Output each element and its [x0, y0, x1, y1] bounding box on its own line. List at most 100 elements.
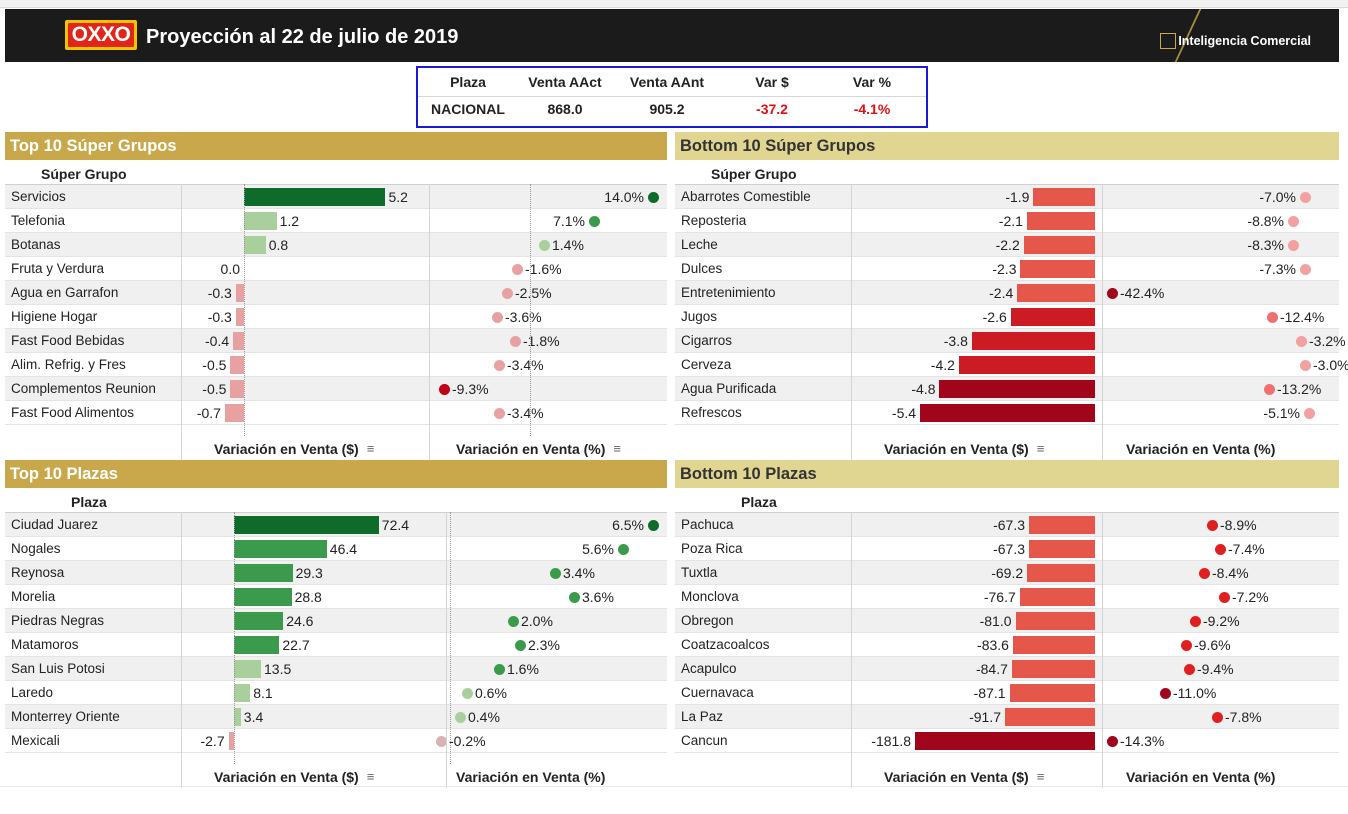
abs-variation-label: -84.7 [975, 661, 1008, 677]
footer-pct-variation[interactable]: Variación en Venta (%) [1126, 765, 1275, 788]
abs-variation-bar [1026, 212, 1095, 230]
table-row[interactable]: Reynosa 29.3 3.4% [5, 561, 667, 585]
footer-abs-variation[interactable]: Variación en Venta ($) ≡ [214, 765, 374, 788]
table-row[interactable]: Botanas 0.8 1.4% [5, 233, 667, 257]
row-name: Monterrey Oriente [11, 709, 120, 724]
table-row[interactable]: Ciudad Juarez 72.4 6.5% [5, 513, 667, 537]
table-row[interactable]: Complementos Reunion -0.5 -9.3% [5, 377, 667, 401]
table-row[interactable]: Fast Food Bebidas -0.4 -1.8% [5, 329, 667, 353]
table-row[interactable]: Higiene Hogar -0.3 -3.6% [5, 305, 667, 329]
abs-variation-label: -81.0 [979, 613, 1012, 629]
table-row[interactable]: Poza Rica -67.3 -7.4% [675, 537, 1339, 561]
abs-variation-bar [971, 332, 1095, 350]
table-row[interactable]: Alim. Refrig. y Fres -0.5 -3.4% [5, 353, 667, 377]
table-row[interactable]: Matamoros 22.7 2.3% [5, 633, 667, 657]
table-row[interactable]: Monclova -76.7 -7.2% [675, 585, 1339, 609]
abs-variation-label: 1.2 [279, 213, 300, 229]
pct-variation-label: 1.6% [507, 661, 539, 677]
table-row[interactable]: Jugos -2.6 -12.4% [675, 305, 1339, 329]
table-row[interactable]: San Luis Potosi 13.5 1.6% [5, 657, 667, 681]
table-row[interactable]: Entretenimiento -2.4 -42.4% [675, 281, 1339, 305]
table-row[interactable]: Tuxtla -69.2 -8.4% [675, 561, 1339, 585]
pct-zero-line [530, 184, 531, 436]
sort-desc-icon[interactable]: ≡ [613, 441, 621, 456]
table-row[interactable]: Fruta y Verdura 0.0 -1.6% [5, 257, 667, 281]
table-row[interactable]: Obregon -81.0 -9.2% [675, 609, 1339, 633]
abs-variation-bar [244, 236, 266, 254]
table-row[interactable]: Coatzacoalcos -83.6 -9.6% [675, 633, 1339, 657]
table-row[interactable]: Acapulco -84.7 -9.4% [675, 657, 1339, 681]
table-row[interactable]: Morelia 28.8 3.6% [5, 585, 667, 609]
abs-variation-bar [235, 308, 244, 326]
footer-pct-variation[interactable]: Variación en Venta (%) ≡ [456, 437, 621, 460]
kpi-header-venta-aant: Venta AAnt [629, 74, 705, 90]
table-row[interactable]: Nogales 46.4 5.6% [5, 537, 667, 561]
pct-variation-dot [1107, 288, 1118, 299]
abs-variation-bar [1015, 612, 1095, 630]
sort-icon[interactable]: ≡ [1037, 441, 1045, 456]
abs-variation-label: 28.8 [294, 589, 322, 605]
abs-variation-label: -0.5 [202, 381, 227, 397]
pct-variation-label: -3.4% [507, 405, 544, 421]
abs-variation-label: 0.8 [268, 237, 289, 253]
table-row[interactable]: Cancun -181.8 -14.3% [675, 729, 1339, 753]
table-row[interactable]: La Paz -91.7 -7.8% [675, 705, 1339, 729]
row-name: Dulces [681, 261, 723, 276]
pct-variation-dot [648, 520, 659, 531]
kpi-header-row: Plaza Venta AAct Venta AAnt Var $ Var % [418, 74, 926, 94]
table-row[interactable]: Mexicali -2.7 -0.2% [5, 729, 667, 753]
row-name: Cancun [681, 733, 728, 748]
table-row[interactable]: Laredo 8.1 0.6% [5, 681, 667, 705]
table-row[interactable]: Abarrotes Comestible -1.9 -7.0% [675, 185, 1339, 209]
kpi-header-var-pct: Var % [852, 74, 892, 90]
row-name: Agua en Garrafon [11, 285, 119, 300]
footer-abs-variation[interactable]: Variación en Venta ($) ≡ [884, 765, 1044, 788]
footer-pct-variation[interactable]: Variación en Venta (%) [1126, 437, 1275, 460]
pct-variation-dot [589, 216, 600, 227]
abs-variation-label: -4.8 [911, 381, 936, 397]
abs-variation-label: 3.4 [243, 709, 264, 725]
pct-variation-label: -9.3% [452, 381, 489, 397]
footer-abs-variation[interactable]: Variación en Venta ($) ≡ [214, 437, 374, 460]
sort-icon[interactable]: ≡ [367, 769, 375, 784]
sort-icon[interactable]: ≡ [367, 441, 375, 456]
footer-pct-variation[interactable]: Variación en Venta (%) [456, 765, 605, 788]
table-row[interactable]: Piedras Negras 24.6 2.0% [5, 609, 667, 633]
table-row[interactable]: Leche -2.2 -8.3% [675, 233, 1339, 257]
sort-icon[interactable]: ≡ [1037, 769, 1045, 784]
table-row[interactable]: Telefonia 1.2 7.1% [5, 209, 667, 233]
abs-variation-label: -2.1 [998, 213, 1023, 229]
table-row[interactable]: Cigarros -3.8 -3.2% [675, 329, 1346, 353]
table-row[interactable]: Dulces -2.3 -7.3% [675, 257, 1339, 281]
table-row[interactable]: Agua en Garrafon -0.3 -2.5% [5, 281, 667, 305]
abs-variation-bar [1033, 188, 1095, 206]
abs-variation-label: -83.6 [977, 637, 1009, 653]
footer-abs-variation[interactable]: Variación en Venta ($) ≡ [884, 437, 1044, 460]
table-row[interactable]: Servicios 5.2 14.0% [5, 185, 667, 209]
oxxo-logo-text: OXXO [68, 23, 134, 47]
table-row[interactable]: Cerveza -4.2 -3.0% [675, 353, 1348, 377]
abs-variation-label: -76.7 [983, 589, 1016, 605]
pct-variation-dot [1190, 616, 1201, 627]
pct-variation-dot [1304, 408, 1315, 419]
abs-variation-label: -2.6 [982, 309, 1007, 325]
oxxo-logo: OXXO [65, 20, 137, 50]
row-name: Coatzacoalcos [681, 637, 770, 652]
panel-title: Bottom 10 Súper Grupos [675, 132, 1339, 160]
table-row[interactable]: Monterrey Oriente 3.4 0.4% [5, 705, 667, 729]
abs-variation-bar [1027, 564, 1095, 582]
table-row[interactable]: Agua Purificada -4.8 -13.2% [675, 377, 1339, 401]
pct-variation-dot [618, 544, 629, 555]
table-row[interactable]: Reposteria -2.1 -8.8% [675, 209, 1339, 233]
abs-variation-label: -1.9 [1005, 189, 1030, 205]
abs-variation-bar [1009, 684, 1095, 702]
kpi-venta-aact-value: 868.0 [547, 101, 583, 117]
pct-variation-dot [1212, 712, 1223, 723]
table-row[interactable]: Fast Food Alimentos -0.7 -3.4% [5, 401, 667, 425]
table-row[interactable]: Refrescos -5.4 -5.1% [675, 401, 1339, 425]
pct-variation-dot [515, 640, 526, 651]
table-row[interactable]: Cuernavaca -87.1 -11.0% [675, 681, 1339, 705]
column-separator [446, 512, 447, 788]
table-row[interactable]: Pachuca -67.3 -8.9% [675, 513, 1339, 537]
abs-variation-label: -181.8 [871, 733, 911, 749]
